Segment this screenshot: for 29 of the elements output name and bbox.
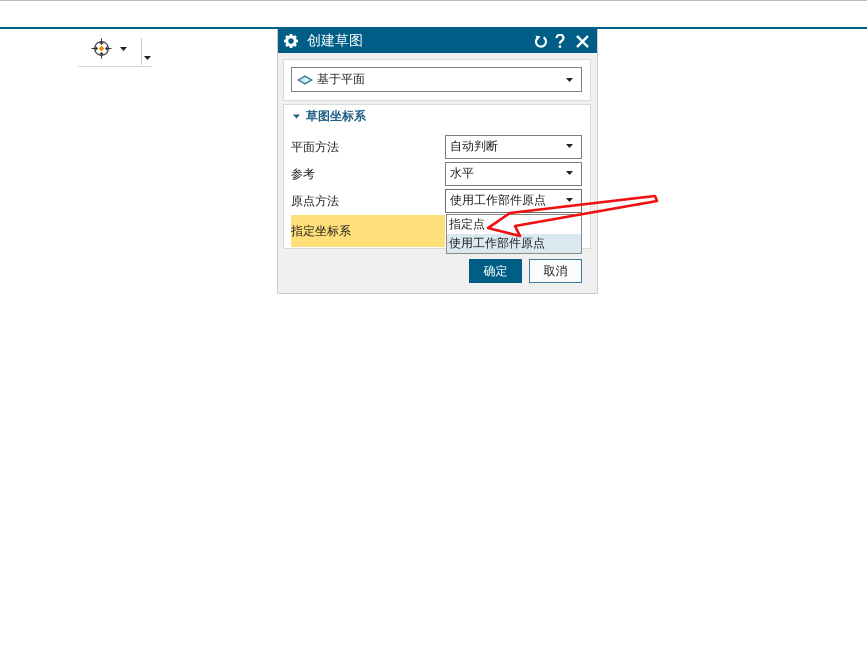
- caret-icon: [566, 171, 573, 175]
- toolbar-dropdown-button[interactable]: [144, 56, 151, 60]
- field-label: 参考: [291, 166, 316, 182]
- reset-icon[interactable]: [534, 34, 547, 48]
- cancel-button[interactable]: 取消: [529, 259, 582, 283]
- caret-icon: [144, 56, 151, 60]
- ok-button[interactable]: 确定: [469, 259, 522, 283]
- type-dropdown[interactable]: 基于平面: [291, 67, 582, 92]
- caret-icon: [566, 78, 573, 82]
- caret-icon: [120, 46, 127, 50]
- close-icon[interactable]: [576, 34, 589, 48]
- field-label: 平面方法: [291, 138, 340, 156]
- caret-icon: [566, 144, 573, 148]
- dialog-title: 创建草图: [307, 32, 363, 50]
- field-label: 原点方法: [291, 192, 340, 210]
- dropdown-field[interactable]: 水平: [445, 162, 582, 186]
- caret-icon: [566, 198, 573, 202]
- dropdown-field[interactable]: 自动判断: [445, 135, 582, 159]
- dropdown-field[interactable]: 使用工作部件原点: [445, 189, 582, 213]
- target-dropdown-button[interactable]: [91, 38, 127, 59]
- help-icon[interactable]: [555, 34, 565, 48]
- dropdown-option[interactable]: 使用工作部件原点: [447, 234, 581, 253]
- diamond-icon: [297, 74, 313, 84]
- expand-triangle-icon[interactable]: [293, 113, 300, 120]
- dropdown-option[interactable]: 指定点: [447, 215, 581, 234]
- selection-step-label[interactable]: 指定坐标系: [291, 215, 445, 247]
- target-icon: [91, 38, 112, 59]
- settings-icon[interactable]: [284, 34, 298, 48]
- section-title[interactable]: 草图坐标系: [306, 108, 366, 125]
